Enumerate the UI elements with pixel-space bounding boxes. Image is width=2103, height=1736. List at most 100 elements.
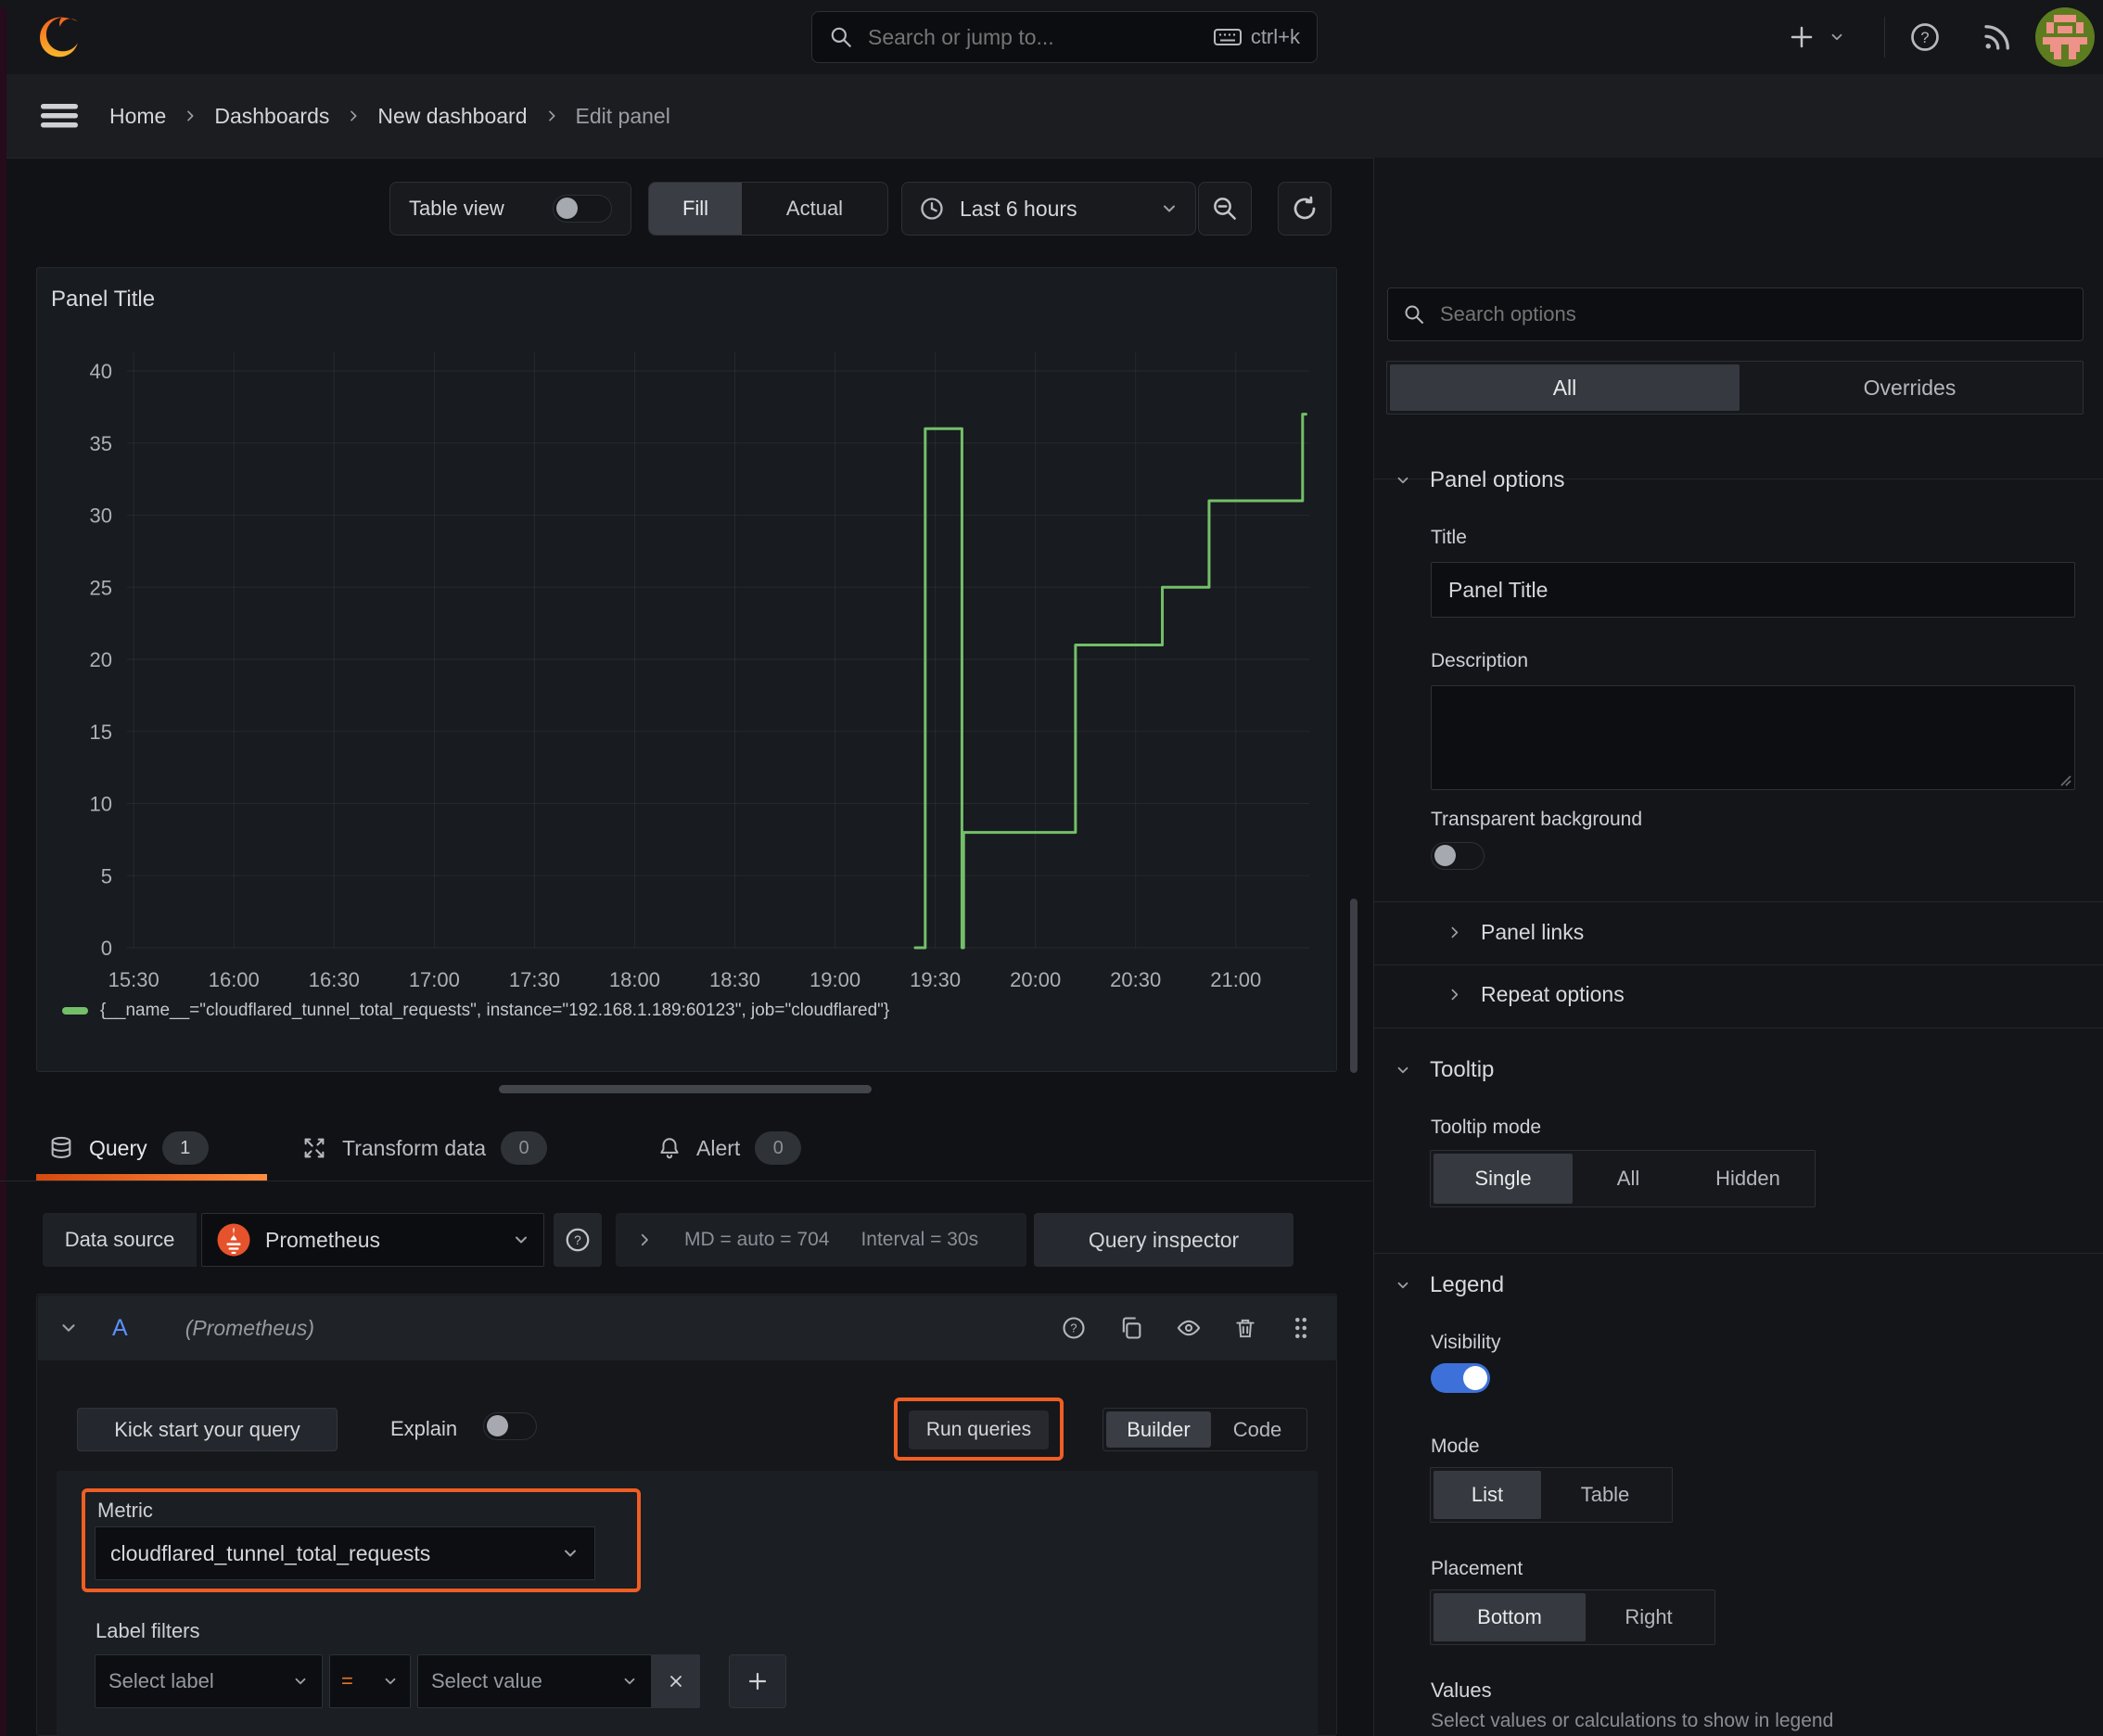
refresh-button[interactable] — [1278, 182, 1332, 236]
drag-query-handle[interactable] — [1291, 1314, 1311, 1342]
operator-value: = — [341, 1669, 353, 1692]
plus-icon — [1788, 23, 1816, 51]
breadcrumb-dashboards[interactable]: Dashboards — [214, 104, 329, 129]
query-tab[interactable]: Query 1 — [48, 1124, 209, 1172]
explain-toggle[interactable] — [483, 1412, 537, 1440]
metric-value: cloudflared_tunnel_total_requests — [110, 1540, 431, 1565]
transform-tab[interactable]: Transform data 0 — [301, 1124, 548, 1172]
help-button[interactable]: ? — [1908, 20, 1942, 54]
panel-options-header[interactable]: Panel options — [1395, 460, 1564, 501]
visibility-label: Visibility — [1431, 1332, 1501, 1353]
metric-select[interactable]: cloudflared_tunnel_total_requests — [95, 1526, 595, 1580]
operator-select[interactable]: = — [329, 1654, 411, 1708]
repeat-options-label: Repeat options — [1481, 981, 1625, 1006]
panel-title-input[interactable] — [1431, 562, 2075, 618]
svg-text:0: 0 — [101, 937, 112, 960]
time-range-picker[interactable]: Last 6 hours — [901, 182, 1196, 236]
tooltip-hidden-option[interactable]: Hidden — [1684, 1154, 1812, 1204]
query-tab-label: Query — [89, 1135, 147, 1160]
query-ref-id: A — [112, 1314, 128, 1341]
repeat-options-section[interactable]: Repeat options — [1447, 973, 1625, 1015]
run-queries-button[interactable]: Run queries — [909, 1410, 1049, 1449]
drawer-resize-handle[interactable] — [499, 1085, 872, 1093]
builder-option[interactable]: Builder — [1106, 1411, 1211, 1448]
placement-right-option[interactable]: Right — [1586, 1593, 1712, 1641]
disable-query-button[interactable] — [1176, 1315, 1202, 1341]
fill-option[interactable]: Fill — [649, 183, 742, 235]
zoom-out-button[interactable] — [1198, 182, 1252, 236]
alert-tab[interactable]: Alert 0 — [657, 1124, 802, 1172]
options-search-input[interactable] — [1438, 301, 2068, 327]
menu-toggle-button[interactable] — [39, 102, 80, 130]
query-inspector-button[interactable]: Query inspector — [1034, 1213, 1294, 1267]
news-button[interactable] — [1981, 20, 2014, 54]
kick-start-button[interactable]: Kick start your query — [77, 1408, 338, 1451]
svg-text:17:00: 17:00 — [409, 968, 460, 991]
transparent-bg-toggle[interactable] — [1431, 842, 1485, 870]
tab-overrides[interactable]: Overrides — [1740, 364, 2080, 411]
delete-query-button[interactable] — [1233, 1315, 1257, 1341]
grafana-logo-icon[interactable] — [35, 12, 85, 62]
breadcrumb-separator-icon — [346, 108, 361, 123]
placement-bottom-option[interactable]: Bottom — [1434, 1593, 1586, 1641]
value-select[interactable]: Select value — [417, 1654, 652, 1708]
remove-filter-button[interactable] — [652, 1654, 700, 1708]
svg-text:15:30: 15:30 — [108, 968, 159, 991]
keyboard-icon — [1213, 27, 1242, 47]
query-help-button[interactable]: ? — [1061, 1315, 1087, 1341]
panel-links-label: Panel links — [1481, 919, 1585, 944]
chart-legend[interactable]: {__name__="cloudflared_tunnel_total_requ… — [62, 1001, 889, 1021]
legend-series-label[interactable]: {__name__="cloudflared_tunnel_total_requ… — [100, 1001, 889, 1021]
legend-header[interactable]: Legend — [1395, 1265, 1504, 1306]
transform-tab-label: Transform data — [342, 1135, 487, 1160]
svg-text:17:30: 17:30 — [509, 968, 560, 991]
label-select-placeholder: Select label — [108, 1669, 214, 1692]
tooltip-header[interactable]: Tooltip — [1395, 1050, 1494, 1091]
new-button[interactable] — [1788, 20, 1845, 54]
chevron-right-icon[interactable] — [636, 1232, 653, 1248]
breadcrumb-new-dashboard[interactable]: New dashboard — [377, 104, 527, 129]
table-view-toggle[interactable] — [553, 195, 612, 223]
svg-text:18:30: 18:30 — [709, 968, 760, 991]
global-search[interactable]: ctrl+k — [811, 11, 1318, 63]
panel-options-label: Panel options — [1430, 467, 1565, 492]
chevron-down-icon[interactable] — [58, 1318, 79, 1338]
tooltip-single-option[interactable]: Single — [1434, 1154, 1573, 1204]
description-textarea[interactable] — [1431, 685, 2075, 790]
svg-text:18:00: 18:00 — [609, 968, 660, 991]
search-input[interactable] — [866, 23, 1214, 51]
chevron-down-icon — [382, 1673, 399, 1690]
tooltip-all-option[interactable]: All — [1573, 1154, 1684, 1204]
avatar[interactable] — [2035, 7, 2095, 67]
mode-table-option[interactable]: Table — [1541, 1471, 1669, 1519]
placement-group: Bottom Right — [1430, 1589, 1715, 1645]
query-row-header[interactable]: A (Prometheus) ? — [38, 1296, 1337, 1360]
label-select[interactable]: Select label — [95, 1654, 323, 1708]
datasource-label: Data source — [64, 1228, 175, 1251]
options-tabs: All Overrides — [1386, 361, 2084, 415]
resize-handle-icon[interactable] — [2058, 773, 2071, 786]
tab-all[interactable]: All — [1390, 364, 1740, 411]
clock-icon — [919, 196, 945, 222]
svg-text:16:00: 16:00 — [209, 968, 260, 991]
vertical-scrollbar[interactable] — [1350, 899, 1357, 1073]
add-filter-button[interactable] — [729, 1654, 786, 1708]
mode-list-option[interactable]: List — [1434, 1471, 1541, 1519]
datasource-picker[interactable]: Prometheus — [201, 1213, 544, 1267]
visibility-toggle[interactable] — [1431, 1363, 1490, 1393]
chevron-down-icon — [292, 1673, 309, 1690]
alert-tab-label: Alert — [696, 1135, 741, 1160]
code-option[interactable]: Code — [1211, 1411, 1304, 1448]
search-icon — [1403, 303, 1425, 326]
breadcrumb-home[interactable]: Home — [109, 104, 166, 129]
time-series-chart[interactable]: 0 5 10 15 20 25 30 35 40 15:30 16:00 16:30 17:00 17:3… — [37, 268, 1336, 1071]
panel-links-section[interactable]: Panel links — [1447, 911, 1584, 953]
datasource-help-button[interactable]: ? — [554, 1213, 602, 1267]
duplicate-query-button[interactable] — [1118, 1315, 1144, 1341]
options-pane: All Overrides Panel options Title Descri… — [1373, 158, 2103, 1736]
actual-option[interactable]: Actual — [742, 183, 887, 235]
interval-stat: Interval = 30s — [860, 1229, 979, 1250]
svg-text:20:00: 20:00 — [1010, 968, 1061, 991]
options-search[interactable] — [1387, 287, 2084, 341]
zoom-out-icon — [1211, 195, 1239, 223]
